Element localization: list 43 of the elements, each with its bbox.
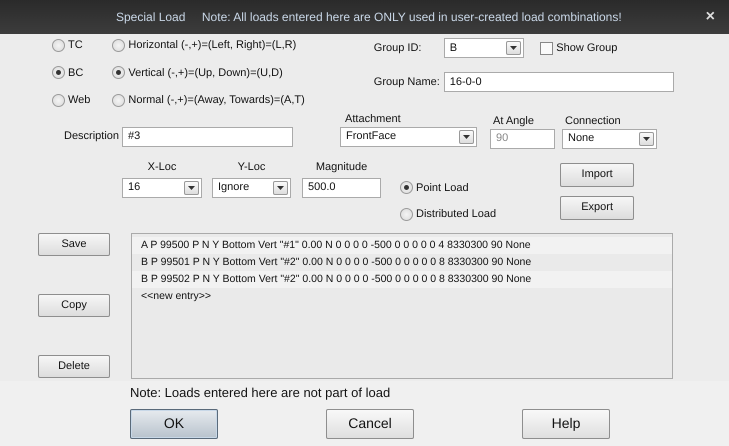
direction-radio[interactable]: Vertical (-,+)=(Up, Down)=(U,D): [112, 64, 305, 81]
load-entry-list[interactable]: [131, 232, 673, 378]
list-item[interactable]: A P 99500 P N Y Bottom Vert "#1" 0.00 N 0 0 0 0 -500 0 0 0 0 0 4 8330300 90 None: [132, 236, 672, 254]
y-location-dropdown[interactable]: Ignore: [212, 178, 291, 198]
direction-radio[interactable]: Horizontal (-,+)=(Left, Right)=(L,R): [112, 37, 305, 54]
group-name-field[interactable]: 16-0-0: [444, 72, 674, 92]
window-note: Note: All loads entered here are ONLY used in user-created load combinations!: [202, 9, 622, 26]
field-label: Description: [64, 129, 120, 144]
close-button[interactable]: ×: [706, 9, 715, 25]
member-radio[interactable]: TC: [52, 37, 90, 54]
direction-radio[interactable]: Normal (-,+)=(Away, Towards)=(A,T): [112, 92, 305, 108]
attachment-dropdown[interactable]: FrontFace: [340, 126, 477, 146]
member-radio[interactable]: Web: [52, 92, 90, 108]
list-item[interactable]: B P 99501 P N Y Bottom Vert "#2" 0.00 N 0 0 0 0 -500 0 0 0 0 0 8 8330300 90 None: [132, 254, 672, 270]
group-id-dropdown[interactable]: B: [444, 38, 524, 58]
transfer-button[interactable]: Export: [560, 196, 634, 220]
window-title: Special Load: [116, 9, 186, 26]
entry-button[interactable]: Copy: [38, 294, 110, 316]
dialog-button[interactable]: Help: [522, 408, 610, 438]
field-label: Connection: [565, 114, 622, 128]
note-text: Note: Loads entered here are not part of load: [130, 384, 390, 402]
field-label: Magnitude: [314, 160, 368, 174]
entry-button[interactable]: Delete: [38, 354, 110, 378]
entry-button[interactable]: Save: [38, 232, 110, 256]
x-location-dropdown[interactable]: 16: [122, 178, 202, 198]
description-field[interactable]: #3: [122, 126, 293, 146]
field-label: Y-Loc: [236, 160, 266, 174]
load-type-radio[interactable]: Point Load: [400, 180, 496, 196]
field-label: At Angle: [493, 114, 535, 128]
field-label: Attachment: [345, 112, 402, 126]
list-item[interactable]: B P 99502 P N Y Bottom Vert "#2" 0.00 N 0 0 0 0 -500 0 0 0 0 0 8 8330300 90 None: [132, 270, 672, 288]
transfer-button[interactable]: Import: [560, 162, 634, 186]
field-label: Group ID:: [374, 40, 422, 56]
load-type-radio[interactable]: Distributed Load: [400, 206, 496, 222]
dialog-button[interactable]: OK: [130, 408, 218, 438]
show-group-checkbox[interactable]: Show Group: [540, 40, 618, 56]
field-label: Group Name:: [374, 74, 441, 90]
list-item[interactable]: <<new entry>>: [132, 288, 672, 304]
field-label: X-Loc: [146, 160, 178, 174]
magnitude-field[interactable]: 500.0: [302, 178, 381, 198]
dialog-button[interactable]: Cancel: [326, 408, 414, 438]
connection-dropdown[interactable]: None: [562, 128, 657, 148]
member-radio[interactable]: BC: [52, 64, 90, 81]
